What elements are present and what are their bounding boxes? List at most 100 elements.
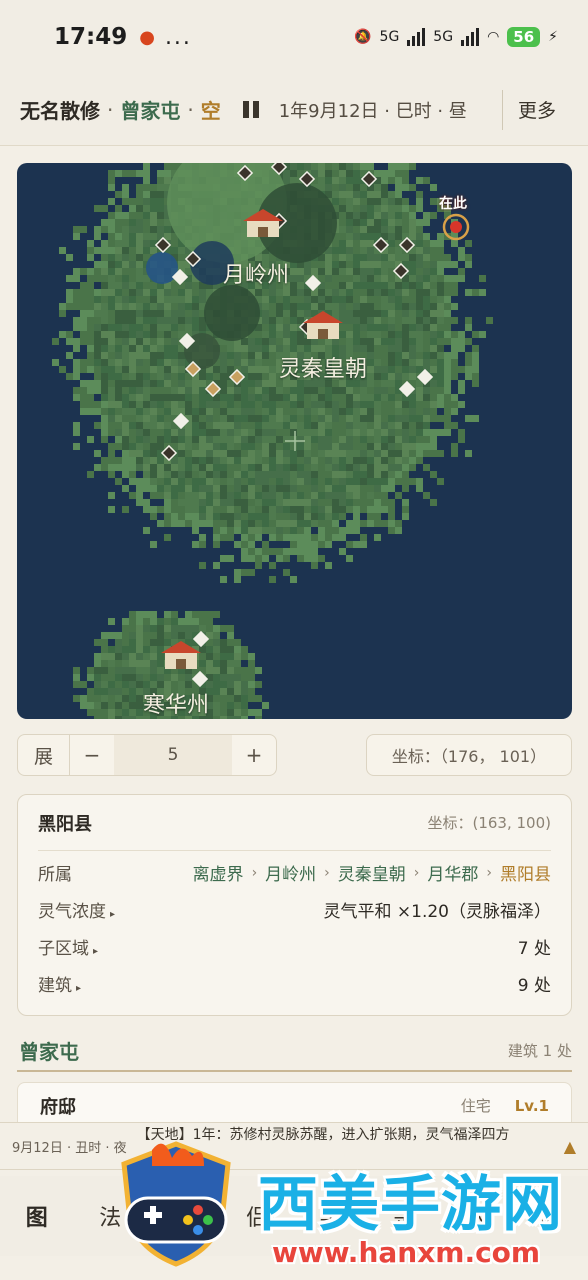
terrain-tile (87, 240, 94, 247)
terrain-tile (318, 485, 325, 492)
terrain-tile (381, 310, 388, 317)
terrain-tile (353, 275, 360, 282)
terrain-tile (339, 233, 346, 240)
terrain-tile (122, 366, 129, 373)
qi-row[interactable]: 灵气浓度 ▸ 灵气平和 ×1.20（灵脉福泽） (38, 891, 551, 928)
terrain-tile (416, 408, 423, 415)
terrain-tile (395, 520, 402, 527)
zoom-minus-button[interactable]: − (70, 735, 114, 775)
breadcrumb-item[interactable]: 月岭州 (265, 860, 316, 885)
terrain-tile (297, 541, 304, 548)
terrain-tile (409, 219, 416, 226)
expand-up-icon[interactable]: ▲ (564, 1137, 576, 1156)
subregion-row[interactable]: 子区域 ▸ 7 处 (38, 928, 551, 965)
terrain-tile (360, 247, 367, 254)
terrain-tile (395, 163, 402, 170)
current-location-icon[interactable] (450, 221, 462, 233)
terrain-tile (402, 506, 409, 513)
terrain-tile (164, 520, 171, 527)
terrain-tile (164, 359, 171, 366)
tab-map[interactable]: 图 (26, 1200, 48, 1232)
terrain-tile (220, 688, 227, 695)
terrain-tile (325, 499, 332, 506)
breadcrumb-item[interactable]: 灵秦皇朝 (338, 860, 406, 885)
terrain-tile (409, 212, 416, 219)
terrain-tile (122, 226, 129, 233)
world-map[interactable]: 月岭州 灵秦皇朝 寒华州 在此 (17, 163, 572, 719)
terrain-tile (269, 324, 276, 331)
terrain-tile (206, 646, 213, 653)
terrain-tile (185, 618, 192, 625)
terrain-tile (360, 457, 367, 464)
terrain-tile (234, 541, 241, 548)
terrain-tile (136, 366, 143, 373)
terrain-tile (129, 254, 136, 261)
building-row[interactable]: 建筑 ▸ 9 处 (38, 965, 551, 1002)
terrain-tile (367, 457, 374, 464)
zoom-label[interactable]: 展 (18, 735, 70, 775)
map-canvas[interactable] (17, 163, 572, 719)
terrain-tile (157, 219, 164, 226)
terrain-tile (304, 268, 311, 275)
terrain-tile (297, 387, 304, 394)
pause-icon[interactable] (242, 101, 259, 118)
chevron-right-icon: › (324, 864, 330, 881)
terrain-tile (255, 716, 262, 719)
terrain-tile (241, 478, 248, 485)
more-button[interactable]: 更多 (518, 96, 556, 123)
terrain-tile (402, 324, 409, 331)
terrain-tile (157, 674, 164, 681)
terrain-tile (122, 632, 129, 639)
terrain-tile (241, 674, 248, 681)
subregion-label[interactable]: 子区域 ▸ (38, 934, 98, 959)
terrain-tile (80, 681, 87, 688)
terrain-tile (395, 345, 402, 352)
terrain-tile (472, 415, 479, 422)
terrain-tile (115, 632, 122, 639)
terrain-tile (416, 457, 423, 464)
terrain-tile (353, 492, 360, 499)
building-label[interactable]: 建筑 ▸ (38, 971, 81, 996)
terrain-tile (241, 695, 248, 702)
zoom-plus-button[interactable]: + (232, 735, 276, 775)
qi-label[interactable]: 灵气浓度 ▸ (38, 897, 115, 922)
terrain-tile (199, 387, 206, 394)
terrain-tile (409, 464, 416, 471)
player-name[interactable]: 无名散修 (20, 95, 100, 124)
terrain-tile (178, 520, 185, 527)
coordinate-display[interactable]: 坐标：（176， 101） (366, 734, 572, 776)
breadcrumb-item[interactable]: 月华郡 (427, 860, 478, 885)
region-info-card: 黑阳县 坐标：(163, 100) 所属 离虚界 › 月岭州 › 灵秦皇朝 › 月华郡… (17, 794, 572, 1016)
terrain-tile (206, 513, 213, 520)
terrain-tile (80, 695, 87, 702)
breadcrumb-item[interactable]: 离虚界 (193, 860, 244, 885)
terrain-tile (157, 653, 164, 660)
terrain-tile (367, 247, 374, 254)
terrain-tile (129, 618, 136, 625)
terrain-tile (472, 345, 479, 352)
terrain-tile (458, 387, 465, 394)
terrain-tile (178, 387, 185, 394)
terrain-tile (367, 443, 374, 450)
terrain-tile (73, 359, 80, 366)
terrain-tile (136, 443, 143, 450)
terrain-tile (353, 163, 360, 170)
terrain-tile (367, 310, 374, 317)
terrain-tile (311, 436, 318, 443)
current-place[interactable]: 曾家屯 (120, 95, 180, 124)
terrain-tile (381, 436, 388, 443)
terrain-tile (262, 527, 269, 534)
terrain-tile (122, 373, 129, 380)
terrain-tile (262, 380, 269, 387)
terrain-tile (220, 492, 227, 499)
status-bar: 17:49 ● ... 🔕 5G 5G ◠ 56 ⚡ (0, 0, 588, 74)
terrain-tile (248, 457, 255, 464)
terrain-tile (143, 380, 150, 387)
terrain-tile (143, 387, 150, 394)
terrain-tile (290, 457, 297, 464)
terrain-tile (381, 191, 388, 198)
terrain-tile (122, 716, 129, 719)
terrain-tile (164, 331, 171, 338)
terrain-tile (185, 471, 192, 478)
terrain-tile (339, 289, 346, 296)
